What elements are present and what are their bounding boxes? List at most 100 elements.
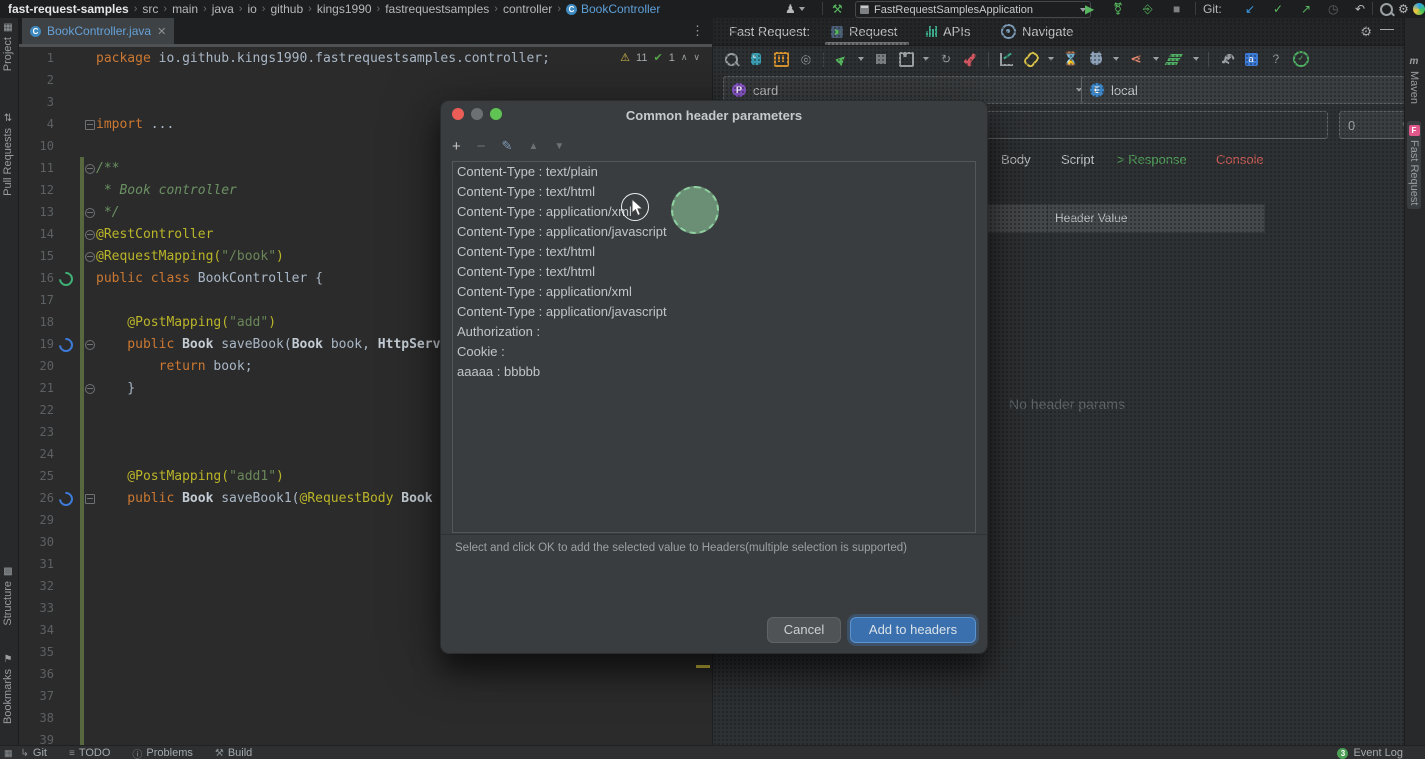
tab-request[interactable]: Request (831, 24, 897, 39)
wrench-icon[interactable] (1218, 51, 1234, 67)
send-icon[interactable]: ▶ (830, 48, 853, 71)
close-icon[interactable]: ✕ (157, 25, 166, 38)
fast-request-gutter-icon[interactable] (56, 335, 76, 355)
ide-sphere-icon[interactable] (1413, 1, 1425, 17)
git-commit-icon[interactable]: ✓ (1273, 1, 1283, 17)
fast-request-gutter-icon[interactable] (56, 269, 76, 289)
move-up-icon[interactable]: ▲ (528, 141, 538, 152)
clean-icon[interactable] (963, 51, 979, 67)
settings-gear-icon[interactable]: ⚙ (1398, 1, 1409, 17)
breadcrumb-item[interactable]: src (142, 2, 158, 16)
fold-icon[interactable] (85, 252, 95, 262)
breadcrumb-item[interactable]: java (212, 2, 234, 16)
search-everywhere-icon[interactable] (1380, 1, 1393, 17)
fold-icon[interactable] (85, 208, 95, 218)
plugin-ok-icon[interactable]: ✓ (1293, 51, 1309, 67)
save-icon[interactable] (898, 51, 914, 67)
cancel-button[interactable]: Cancel (767, 617, 841, 643)
tab-navigate[interactable]: Navigate (1001, 24, 1073, 39)
stack-icon[interactable] (1168, 51, 1184, 67)
fold-icon[interactable] (85, 230, 95, 240)
kebab-menu-icon[interactable]: ⋮ (691, 23, 704, 39)
target-icon[interactable]: ◎ (798, 51, 814, 67)
editor-tab[interactable]: C BookController.java ✕ (22, 18, 174, 44)
timeout-icon[interactable]: ⌛ (1063, 51, 1079, 67)
breadcrumb-item[interactable]: io (247, 2, 256, 16)
breadcrumb-item[interactable]: controller (503, 2, 552, 16)
connection-icon[interactable] (748, 51, 764, 67)
project-select[interactable]: E local (1081, 76, 1425, 104)
mac-zoom-button[interactable] (490, 108, 502, 120)
breadcrumb-item[interactable]: github (270, 2, 303, 16)
run-icon[interactable]: ▶ (1085, 1, 1094, 17)
header-param-item[interactable]: Content-Type : text/plain (453, 162, 975, 182)
subtab-console[interactable]: Console (1216, 152, 1264, 167)
breadcrumb-item[interactable]: kings1990 (317, 2, 372, 16)
code-line[interactable]: 39 (18, 729, 712, 745)
help-icon[interactable]: ? (1268, 51, 1284, 67)
chart-icon[interactable] (998, 51, 1014, 67)
breadcrumb-project[interactable]: fast-request-samples (8, 2, 129, 16)
add-to-headers-button[interactable]: Add to headers (850, 617, 976, 643)
toolwindow-fast-request[interactable]: F Fast Request (1407, 121, 1421, 209)
fold-icon[interactable] (85, 494, 95, 504)
header-param-item[interactable]: Content-Type : application/xml (453, 282, 975, 302)
retry-icon[interactable]: ↻ (938, 51, 954, 67)
stop-icon[interactable]: ■ (1173, 1, 1180, 17)
fold-icon[interactable] (85, 120, 95, 130)
env-settings-icon[interactable] (773, 51, 789, 67)
build-hammer-icon[interactable]: ⚒ (832, 1, 843, 17)
chevron-down-icon[interactable] (1048, 57, 1054, 61)
chevron-down-icon[interactable] (1153, 57, 1159, 61)
header-param-item[interactable]: Content-Type : application/javascript (453, 222, 975, 242)
breadcrumb[interactable]: fast-request-samples› src› main› java› i… (0, 2, 660, 16)
remove-icon[interactable]: − (477, 138, 486, 155)
chevron-down-icon[interactable] (858, 57, 864, 61)
minimize-icon[interactable]: — (1380, 20, 1394, 36)
fold-icon[interactable] (85, 164, 95, 174)
header-param-item[interactable]: Content-Type : application/javascript (453, 302, 975, 322)
chevron-down-icon[interactable] (1113, 57, 1119, 61)
statusbar-problems[interactable]: ⓘProblems (132, 746, 192, 759)
add-icon[interactable]: + (452, 138, 461, 155)
stop-icon[interactable] (873, 51, 889, 67)
toolwindow-switcher-icon[interactable]: ▦ (4, 748, 13, 759)
toolwindow-bookmarks[interactable]: ⚑ Bookmarks (2, 654, 14, 724)
fold-icon[interactable] (85, 340, 95, 350)
move-down-icon[interactable]: ▼ (554, 141, 564, 152)
run-configuration-select[interactable]: FastRequestSamplesApplication (855, 1, 1091, 18)
statusbar-todo[interactable]: ≡TODO (69, 747, 110, 759)
history-clock-icon[interactable]: ◷ (1328, 1, 1338, 17)
link-icon[interactable] (1023, 51, 1039, 67)
share-icon[interactable]: ⋖ (1128, 51, 1144, 67)
code-line[interactable]: 36 (18, 663, 712, 685)
github-icon[interactable] (1088, 51, 1104, 67)
breadcrumb-class[interactable]: CBookController (566, 2, 660, 16)
toolwindow-maven[interactable]: m Maven (1408, 56, 1420, 104)
header-param-item[interactable]: Authorization : (453, 322, 975, 342)
debug-icon[interactable]: ⚧ (1113, 1, 1123, 17)
git-update-icon[interactable]: ↙ (1245, 1, 1255, 17)
gear-icon[interactable]: ⚙ (1360, 24, 1372, 40)
chevron-down-icon[interactable] (1193, 57, 1199, 61)
header-param-item[interactable]: Content-Type : text/html (453, 242, 975, 262)
statusbar-git[interactable]: ↳Git (21, 747, 47, 759)
fast-request-gutter-icon[interactable] (56, 489, 76, 509)
header-param-item[interactable]: Content-Type : text/html (453, 262, 975, 282)
user-icon[interactable]: ♟ (785, 1, 805, 17)
search-icon[interactable] (723, 51, 739, 67)
chevron-down-icon[interactable] (923, 57, 929, 61)
fold-icon[interactable] (85, 384, 95, 394)
rollback-icon[interactable]: ↶ (1355, 1, 1365, 17)
subtab-script[interactable]: Script (1061, 152, 1094, 167)
code-line[interactable]: 38 (18, 707, 712, 729)
statusbar-build[interactable]: ⚒Build (215, 747, 252, 759)
header-param-item[interactable]: Cookie : (453, 342, 975, 362)
code-line[interactable]: 37 (18, 685, 712, 707)
toolwindow-pull-requests[interactable]: ⇅ Pull Requests (2, 113, 14, 196)
event-log[interactable]: 3 Event Log (1337, 747, 1403, 759)
breadcrumb-item[interactable]: main (172, 2, 198, 16)
subtab-body[interactable]: Body (1001, 152, 1031, 167)
mac-close-button[interactable] (452, 108, 464, 120)
edit-pencil-icon[interactable]: ✎ (502, 138, 513, 154)
